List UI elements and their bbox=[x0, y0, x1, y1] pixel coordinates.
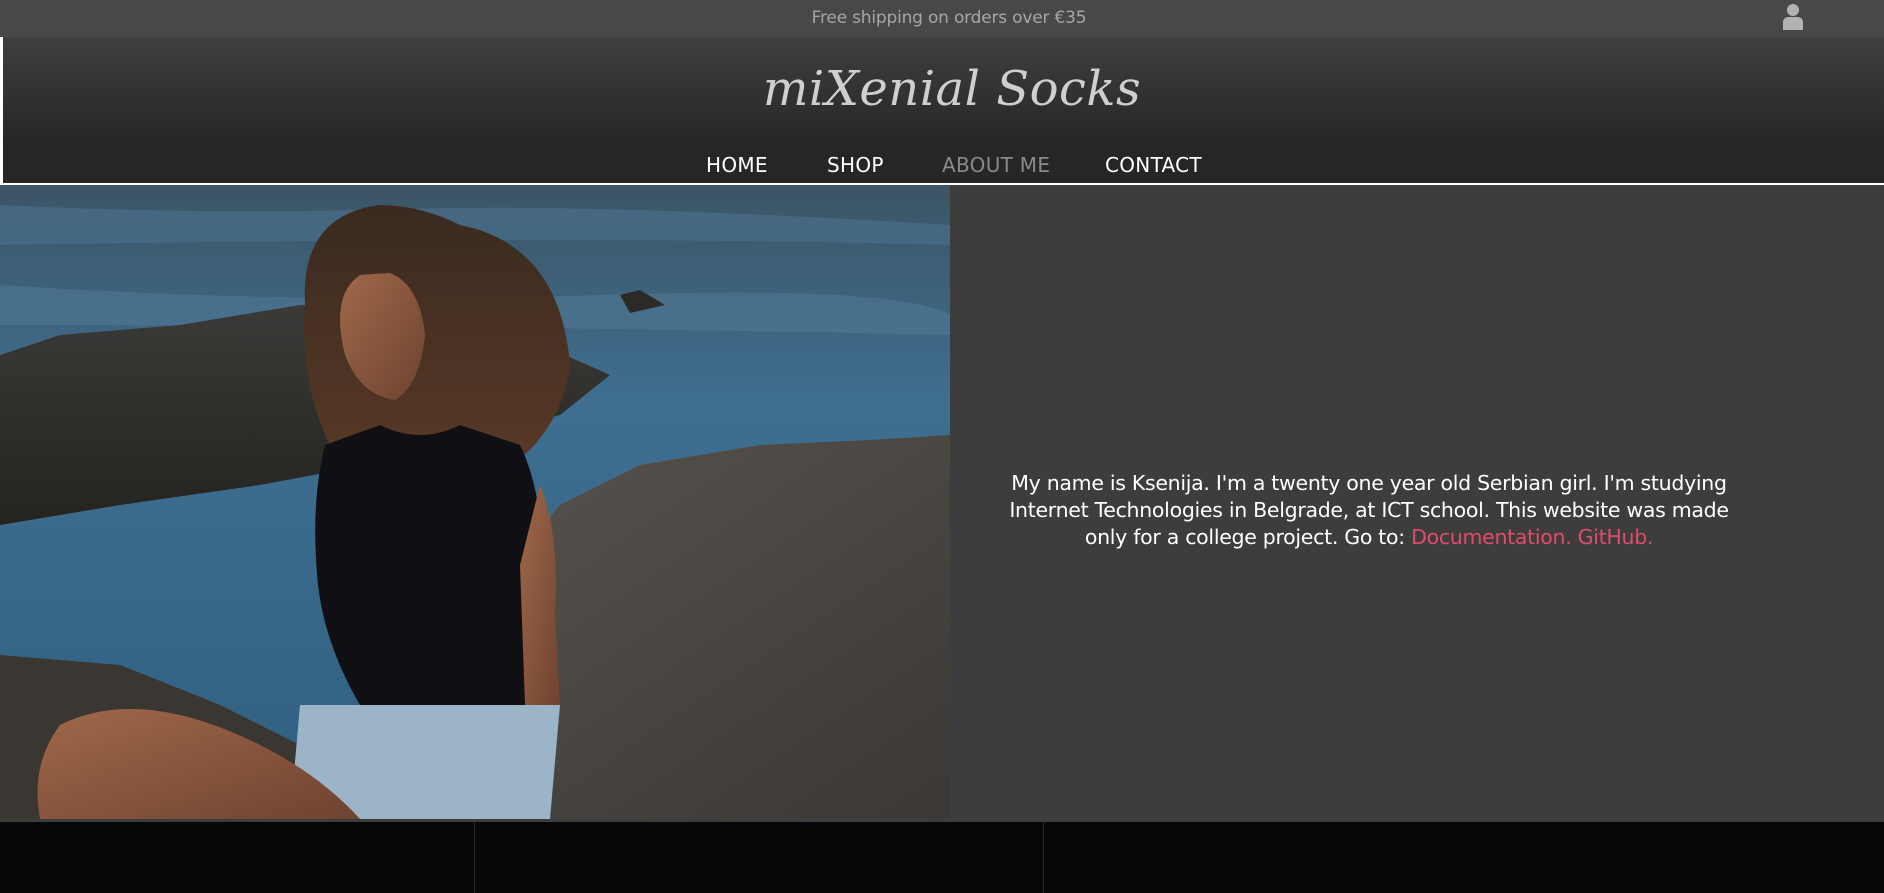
site-logo[interactable]: miXenial Socks bbox=[3, 61, 1884, 117]
main-nav: HOME SHOP ABOUT ME CONTACT bbox=[3, 153, 1884, 179]
documentation-link[interactable]: Documentation. bbox=[1411, 525, 1572, 549]
nav-about-me[interactable]: ABOUT ME bbox=[942, 153, 1050, 177]
portrait-photo bbox=[0, 185, 950, 819]
footer bbox=[0, 822, 1884, 893]
nav-contact[interactable]: CONTACT bbox=[1105, 153, 1202, 177]
footer-divider bbox=[1043, 822, 1044, 893]
nav-home[interactable]: HOME bbox=[706, 153, 768, 177]
top-bar: Free shipping on orders over €35 bbox=[0, 0, 1884, 37]
nav-shop[interactable]: SHOP bbox=[827, 153, 884, 177]
site-header: miXenial Socks HOME SHOP ABOUT ME CONTAC… bbox=[0, 37, 1884, 185]
about-photo bbox=[0, 185, 950, 819]
about-text: My name is Ksenija. I'm a twenty one yea… bbox=[990, 470, 1748, 551]
github-link[interactable]: GitHub. bbox=[1578, 525, 1654, 549]
shipping-notice: Free shipping on orders over €35 bbox=[811, 8, 1087, 28]
footer-divider bbox=[474, 822, 475, 893]
user-icon[interactable] bbox=[1782, 3, 1804, 31]
